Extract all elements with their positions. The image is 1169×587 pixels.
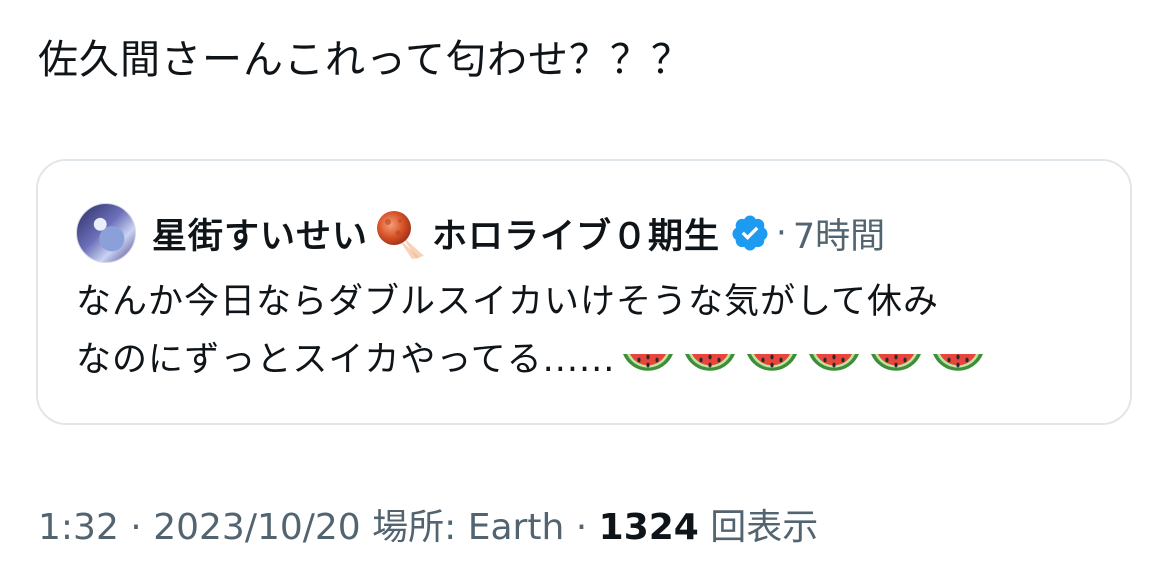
avatar[interactable]: [76, 203, 136, 263]
tweet-text: 佐久間さーんこれって匂わせ？？？: [38, 37, 692, 83]
watermelon-icon: [933, 354, 984, 371]
verified-badge-icon: [732, 215, 768, 251]
tweet-meta: 1:32 · 2023/10/20 場所: Earth · 1324 回表示: [38, 498, 818, 550]
watermelon-emoji-row: [619, 332, 991, 390]
tweet-date[interactable]: 2023/10/20: [153, 507, 361, 548]
tweet-location: 場所: Earth: [372, 507, 565, 548]
watermelon-icon: [685, 354, 736, 371]
comet-icon: [377, 211, 425, 259]
views-count: 1324: [598, 507, 699, 548]
quoted-tweet-card[interactable]: 星街すいせい ホロライブ０期生 · 7時間 なんか今日ならダブルスイカいけそうな…: [36, 159, 1132, 425]
tweet-time[interactable]: 1:32: [38, 507, 119, 548]
watermelon-icon: [623, 354, 674, 371]
watermelon-icon: [809, 354, 860, 371]
display-name[interactable]: 星街すいせい: [152, 208, 368, 259]
quoted-tweet-line-2: なのにずっとスイカやってる......: [76, 331, 991, 390]
meta-separator: ·: [575, 507, 588, 548]
views-label: 回表示: [710, 507, 819, 548]
quoted-tweet-body: なんか今日ならダブルスイカいけそうな気がして休み なのにずっとスイカやってる..…: [76, 273, 991, 390]
watermelon-icon: [871, 354, 922, 371]
quoted-tweet-time[interactable]: 7時間: [793, 208, 885, 259]
meta-separator: ·: [130, 507, 142, 548]
quoted-tweet-header: 星街すいせい ホロライブ０期生 · 7時間: [76, 203, 885, 263]
quoted-tweet-line-1: なんか今日ならダブルスイカいけそうな気がして休み: [76, 282, 939, 322]
display-name-suffix[interactable]: ホロライブ０期生: [432, 208, 720, 259]
quoted-tweet-line-2-text: なのにずっとスイカやってる......: [76, 340, 616, 380]
separator: ·: [776, 213, 787, 253]
watermelon-icon: [747, 354, 798, 371]
